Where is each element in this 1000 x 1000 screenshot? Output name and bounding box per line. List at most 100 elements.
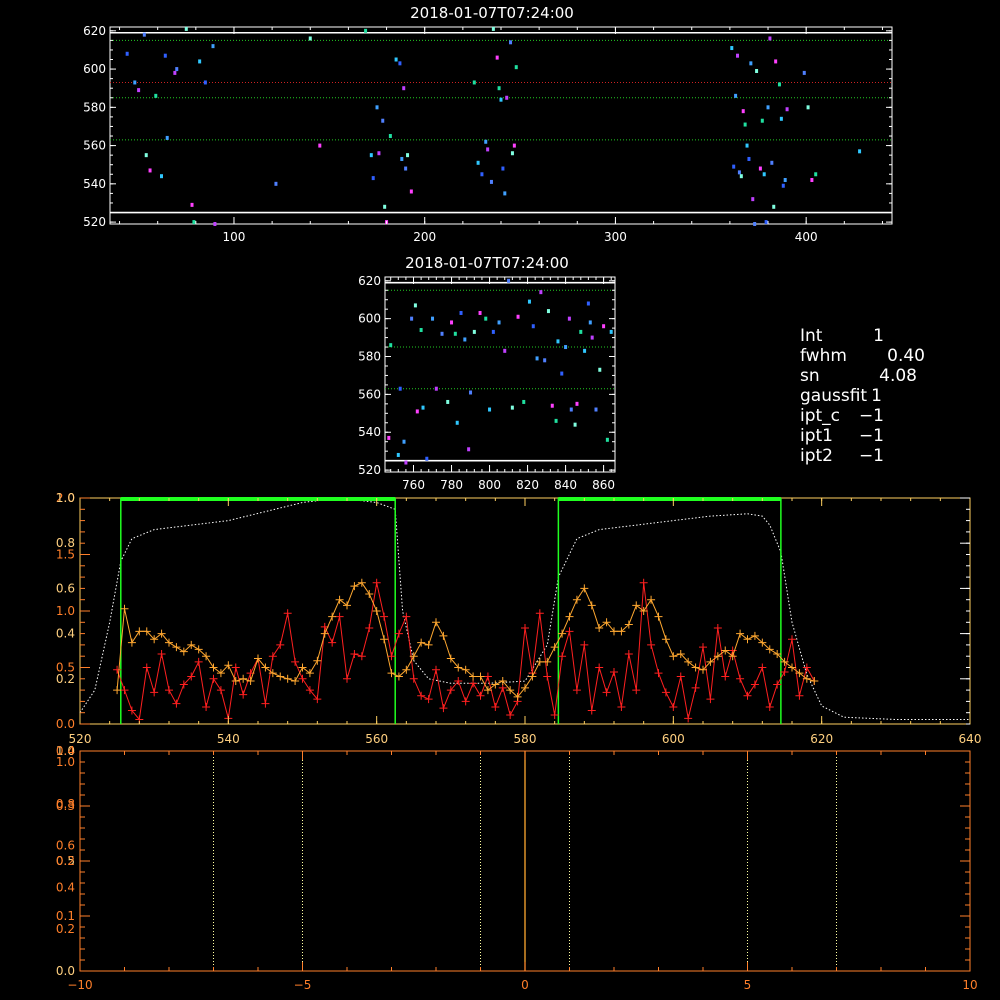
x-tick-label: 840 (554, 478, 577, 492)
data-point (388, 134, 392, 139)
y-tick-label: 540 (83, 177, 106, 191)
data-point (198, 59, 202, 64)
data-point (450, 320, 454, 325)
data-point (402, 439, 406, 444)
data-point (605, 437, 609, 442)
data-point (165, 135, 169, 140)
data-point (772, 204, 776, 209)
data-point (531, 324, 535, 329)
x-tick-label: 540 (217, 732, 240, 746)
info-label-int: Int (800, 326, 823, 346)
data-point (446, 399, 450, 404)
info-label-sn: sn (800, 366, 820, 386)
data-point (375, 105, 379, 110)
data-point (751, 197, 755, 202)
data-point (567, 316, 571, 321)
data-point (369, 153, 373, 158)
x-tick-label: −5 (294, 978, 312, 992)
y-tick-label: 520 (358, 463, 381, 477)
y-tick-label-3: 0.3 (56, 799, 75, 813)
data-point (463, 337, 467, 342)
data-point (509, 40, 513, 45)
y-tick-label: 620 (83, 24, 106, 38)
x-tick-label: 640 (959, 732, 982, 746)
data-point (410, 316, 414, 321)
data-point (421, 405, 425, 410)
data-point (394, 57, 398, 62)
y-tick-label: 540 (358, 425, 381, 439)
data-point (497, 320, 501, 325)
data-point (768, 36, 772, 41)
x-tick-label: 100 (223, 230, 246, 244)
info-value-ipt1: −1 (859, 426, 884, 446)
data-point (501, 166, 505, 171)
data-point (484, 316, 488, 321)
y-tick-label: 0.0 (56, 964, 75, 978)
data-point (455, 420, 459, 425)
y-tick-label-2: 0.2 (56, 672, 75, 686)
y-tick-label: 1.0 (56, 604, 75, 618)
data-point (802, 70, 806, 75)
y-tick-label: 580 (83, 100, 106, 114)
data-point (318, 143, 322, 148)
data-point (758, 166, 762, 171)
data-point (514, 65, 518, 70)
data-point (381, 118, 385, 123)
data-point (184, 26, 188, 31)
data-point (406, 153, 410, 158)
info-value-gaussfit: 1 (871, 386, 882, 406)
data-point (400, 156, 404, 161)
x-tick-label: 400 (795, 230, 818, 244)
data-point (516, 314, 520, 319)
y-tick-label-3: 0.1 (56, 909, 75, 923)
data-point (404, 166, 408, 171)
data-point (467, 447, 471, 452)
data-point (308, 36, 312, 41)
data-point (583, 348, 587, 353)
info-label-gaussfit: gaussfit (800, 386, 867, 406)
data-point (743, 122, 747, 127)
data-point (409, 189, 413, 194)
data-point (396, 452, 400, 457)
data-point (398, 61, 402, 66)
data-point (590, 335, 594, 340)
x-tick-label: 760 (402, 478, 425, 492)
data-point (190, 202, 194, 207)
data-point (499, 97, 503, 102)
data-point (472, 329, 476, 334)
y-tick-label-3: 0.2 (56, 854, 75, 868)
x-tick-label: −10 (67, 978, 92, 992)
data-point (747, 156, 751, 161)
data-point (503, 191, 507, 196)
data-point (472, 80, 476, 85)
data-point (858, 149, 862, 154)
data-point (734, 93, 738, 98)
data-point (415, 409, 419, 414)
data-point (755, 68, 759, 73)
middle-panel-title: 2018-01-07T07:24:00 (405, 254, 569, 272)
top-panel-title: 2018-01-07T07:24:00 (410, 4, 574, 22)
data-point (573, 422, 577, 427)
data-point (522, 399, 526, 404)
data-point (594, 407, 598, 412)
info-value-fwhm: 0.40 (887, 346, 925, 366)
data-point (371, 176, 375, 181)
data-point (142, 32, 146, 37)
y-tick-label: 0.0 (56, 717, 75, 731)
data-point (387, 435, 391, 440)
data-point (159, 174, 163, 179)
x-tick-label: 5 (744, 978, 752, 992)
y-tick-label: 560 (358, 387, 381, 401)
y-tick-label: 620 (358, 274, 381, 288)
data-point (550, 403, 554, 408)
x-tick-label: 800 (478, 478, 501, 492)
data-point (398, 386, 402, 391)
data-point (512, 143, 516, 148)
data-point (598, 367, 602, 372)
info-value-ipt-c: −1 (859, 406, 884, 426)
y-tick-label-2: 0.4 (56, 627, 75, 641)
data-point (480, 172, 484, 177)
data-point (781, 183, 785, 188)
data-point (505, 95, 509, 100)
data-point (546, 309, 550, 314)
